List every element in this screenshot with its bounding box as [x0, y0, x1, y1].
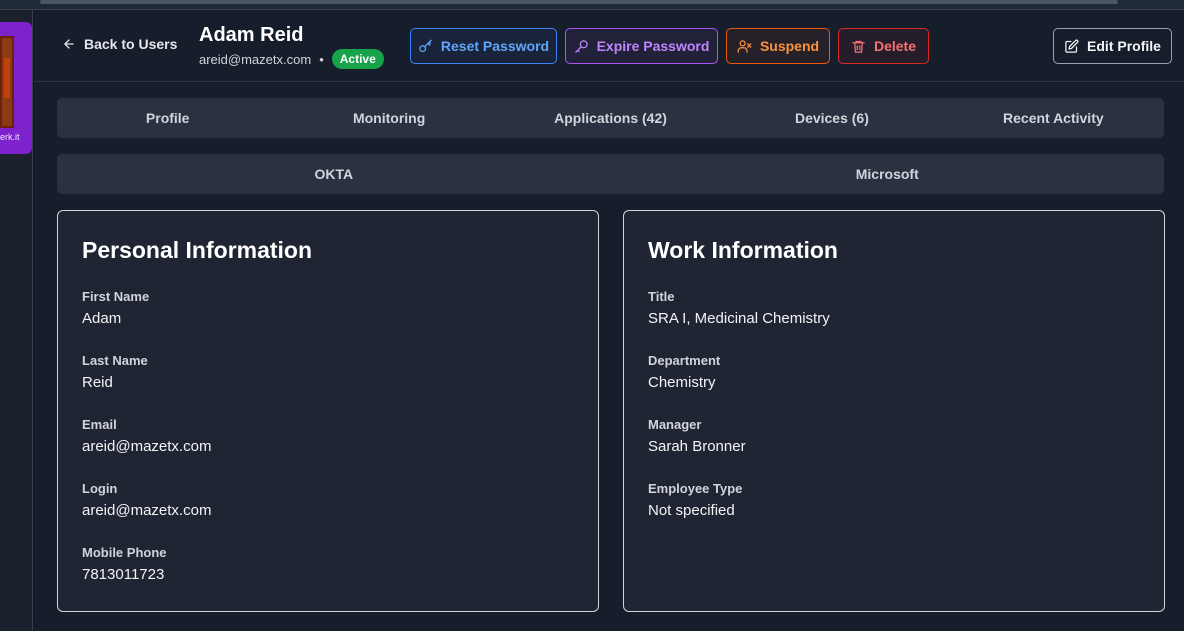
user-meta: areid@mazetx.com • Active — [199, 49, 384, 69]
reset-password-label: Reset Password — [440, 38, 550, 54]
user-name: Adam Reid — [199, 24, 304, 46]
status-badge: Active — [331, 49, 384, 69]
reset-password-button[interactable]: Reset Password — [410, 28, 557, 64]
top-scrollbar-strip — [0, 0, 1184, 10]
field-title: Title SRA I, Medicinal Chemistry — [648, 289, 830, 327]
field-label: Last Name — [82, 353, 148, 368]
edit-profile-button[interactable]: Edit Profile — [1053, 28, 1172, 64]
field-label: First Name — [82, 289, 150, 304]
field-email: Email areid@mazetx.com — [82, 417, 211, 455]
field-value: areid@mazetx.com — [82, 438, 212, 455]
tab-microsoft[interactable]: Microsoft — [611, 154, 1165, 194]
back-label: Back to Users — [84, 36, 178, 52]
field-last-name: Last Name Reid — [82, 353, 148, 391]
expire-password-label: Expire Password — [596, 38, 710, 54]
expire-password-button[interactable]: Expire Password — [565, 28, 718, 64]
field-login: Login areid@mazetx.com — [82, 481, 211, 519]
field-label: Department — [648, 353, 721, 368]
tab-profile[interactable]: Profile — [57, 98, 278, 138]
trash-icon — [852, 40, 865, 53]
field-value: 7813011723 — [82, 566, 165, 583]
main-content: Back to Users Adam Reid areid@mazetx.com… — [34, 10, 1184, 631]
field-value: Reid — [82, 374, 113, 391]
field-department: Department Chemistry — [648, 353, 720, 391]
key-round-icon — [574, 39, 588, 53]
field-employee-type: Employee Type Not specified — [648, 481, 742, 519]
field-label: Login — [82, 481, 118, 496]
delete-label: Delete — [873, 38, 917, 54]
app-thumbnail[interactable]: erk.it — [0, 22, 32, 154]
thumbnail-image — [0, 36, 14, 128]
back-to-users-link[interactable]: Back to Users — [62, 36, 177, 52]
user-x-icon — [737, 39, 752, 53]
personal-information-card: Personal Information First Name Adam Las… — [57, 210, 599, 612]
field-label: Email — [82, 417, 117, 432]
page-header: Back to Users Adam Reid areid@mazetx.com… — [34, 10, 1184, 82]
left-rail: erk.it — [0, 10, 33, 631]
source-tabs: OKTA Microsoft — [57, 154, 1164, 194]
field-value: SRA I, Medicinal Chemistry — [648, 310, 830, 327]
tab-applications[interactable]: Applications (42) — [500, 98, 721, 138]
suspend-label: Suspend — [759, 38, 820, 54]
tab-okta[interactable]: OKTA — [57, 154, 611, 194]
field-value: Chemistry — [648, 374, 716, 391]
work-information-title: Work Information — [648, 237, 838, 263]
field-label: Title — [648, 289, 675, 304]
field-label: Manager — [648, 417, 702, 432]
field-label: Mobile Phone — [82, 545, 167, 560]
tab-monitoring[interactable]: Monitoring — [278, 98, 499, 138]
thumbnail-caption: erk.it — [0, 132, 20, 142]
field-value: Adam — [82, 310, 122, 327]
key-icon — [419, 39, 432, 52]
meta-separator: • — [319, 51, 324, 67]
delete-button[interactable]: Delete — [838, 28, 929, 64]
tab-devices[interactable]: Devices (6) — [721, 98, 942, 138]
field-value: Not specified — [648, 502, 735, 519]
edit-icon — [1065, 39, 1079, 53]
main-tabs: Profile Monitoring Applications (42) Dev… — [57, 98, 1164, 138]
field-manager: Manager Sarah Bronner — [648, 417, 746, 455]
arrow-left-icon — [64, 39, 74, 49]
tab-recent-activity[interactable]: Recent Activity — [943, 98, 1164, 138]
field-value: Sarah Bronner — [648, 438, 746, 455]
field-value: areid@mazetx.com — [82, 502, 212, 519]
edit-profile-label: Edit Profile — [1087, 38, 1161, 54]
suspend-button[interactable]: Suspend — [726, 28, 830, 64]
field-label: Employee Type — [648, 481, 743, 496]
user-email: areid@mazetx.com — [199, 51, 312, 67]
field-first-name: First Name Adam — [82, 289, 149, 327]
horizontal-scrollbar[interactable] — [40, 0, 1118, 4]
personal-information-title: Personal Information — [82, 237, 313, 263]
field-mobile-phone: Mobile Phone 7813011723 — [82, 545, 167, 583]
work-information-card: Work Information Title SRA I, Medicinal … — [623, 210, 1165, 612]
